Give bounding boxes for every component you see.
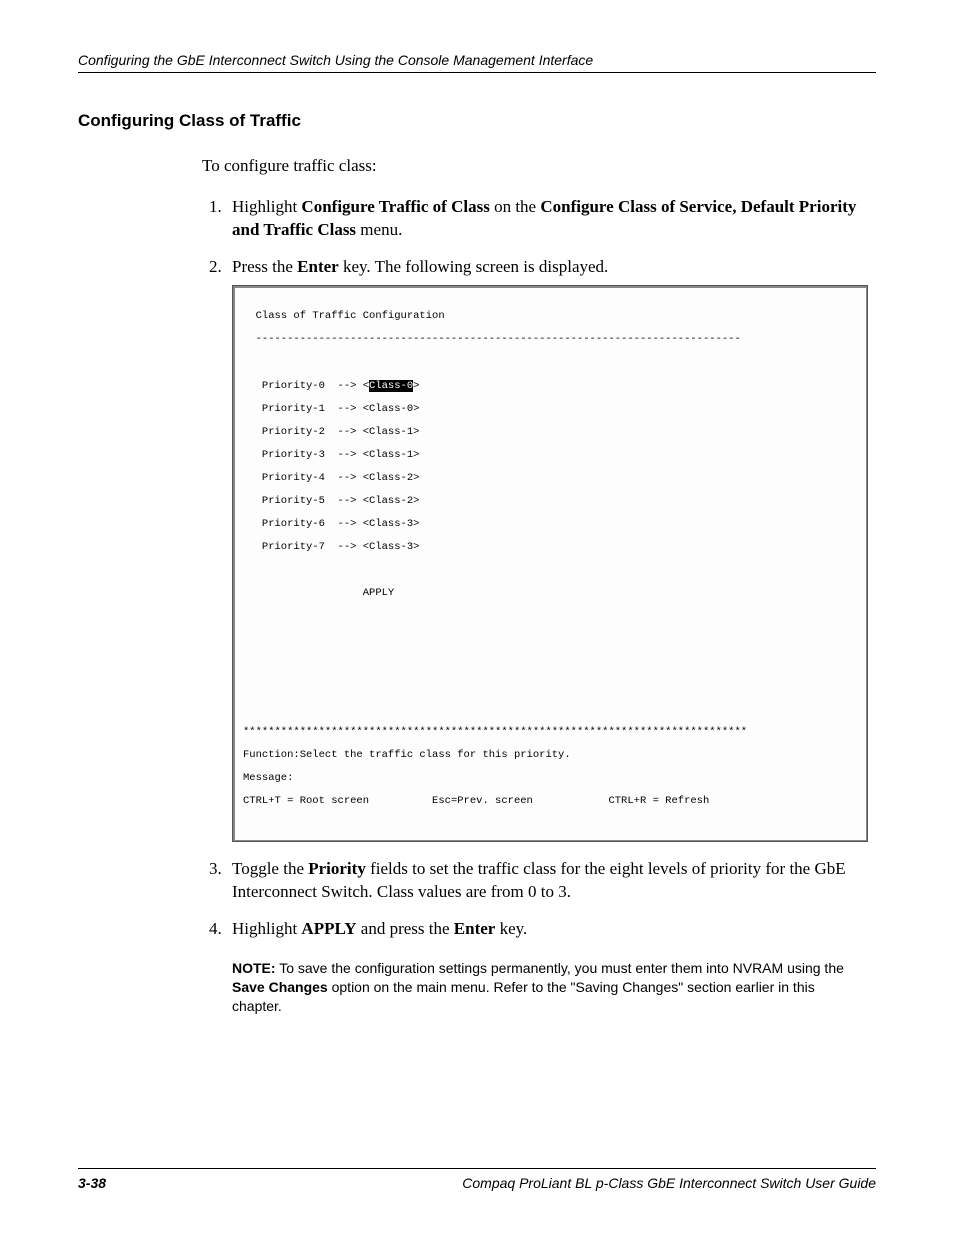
priority-0-row: Priority-0 --> <Class-0> xyxy=(237,381,863,393)
priority-5-row[interactable]: Priority-5 --> <Class-2> xyxy=(237,496,863,508)
console-blank7 xyxy=(237,704,863,716)
note-body-a: To save the configuration settings perma… xyxy=(276,960,844,976)
step-4-b2: Enter xyxy=(454,919,496,938)
step-3-pre: Toggle the xyxy=(232,859,308,878)
console-blank6 xyxy=(237,681,863,693)
section-title: Configuring Class of Traffic xyxy=(78,111,876,131)
step-2: Press the Enter key. The following scree… xyxy=(226,256,868,842)
step-1-mid: on the xyxy=(490,197,541,216)
priority-0-selected[interactable]: Class-0 xyxy=(369,380,413,392)
console-blank4 xyxy=(237,635,863,647)
console-message: Message: xyxy=(237,773,863,785)
priority-4-row[interactable]: Priority-4 --> <Class-2> xyxy=(237,473,863,485)
console-screenshot: Class of Traffic Configuration ---------… xyxy=(232,285,868,842)
step-2-post: key. The following screen is displayed. xyxy=(339,257,609,276)
body-block: To configure traffic class: Highlight Co… xyxy=(202,155,868,1015)
step-4-mid: and press the xyxy=(357,919,454,938)
step-1-b1: Configure Traffic of Class xyxy=(301,197,489,216)
note-block: NOTE: To save the configuration settings… xyxy=(232,959,868,1016)
console-blank2 xyxy=(237,565,863,577)
priority-0-post: > xyxy=(413,380,419,392)
step-4: Highlight APPLY and press the Enter key.… xyxy=(226,918,868,1016)
note-bold: Save Changes xyxy=(232,979,328,995)
console-function: Function:Select the traffic class for th… xyxy=(237,750,863,762)
apply-row[interactable]: APPLY xyxy=(237,588,863,600)
priority-2-row[interactable]: Priority-2 --> <Class-1> xyxy=(237,427,863,439)
priority-1-row[interactable]: Priority-1 --> <Class-0> xyxy=(237,404,863,416)
page: Configuring the GbE Interconnect Switch … xyxy=(0,0,954,1235)
step-4-post: key. xyxy=(495,919,527,938)
console-blank3 xyxy=(237,612,863,624)
console-stars: ****************************************… xyxy=(237,727,863,739)
step-4-b1: APPLY xyxy=(301,919,356,938)
step-1: Highlight Configure Traffic of Class on … xyxy=(226,196,868,242)
priority-6-row[interactable]: Priority-6 --> <Class-3> xyxy=(237,519,863,531)
console-footer: CTRL+T = Root screen Esc=Prev. screen CT… xyxy=(237,796,863,808)
step-2-b1: Enter xyxy=(297,257,339,276)
console-blank xyxy=(237,357,863,369)
running-header: Configuring the GbE Interconnect Switch … xyxy=(78,52,876,73)
console-title: Class of Traffic Configuration xyxy=(237,311,863,323)
note-lead: NOTE: xyxy=(232,960,276,976)
console-rule: ----------------------------------------… xyxy=(237,334,863,346)
priority-7-row[interactable]: Priority-7 --> <Class-3> xyxy=(237,542,863,554)
step-2-pre: Press the xyxy=(232,257,297,276)
steps-list: Highlight Configure Traffic of Class on … xyxy=(202,196,868,1015)
footer-title: Compaq ProLiant BL p-Class GbE Interconn… xyxy=(462,1175,876,1191)
intro-text: To configure traffic class: xyxy=(202,155,868,178)
page-footer: 3-38 Compaq ProLiant BL p-Class GbE Inte… xyxy=(78,1168,876,1191)
step-4-pre: Highlight xyxy=(232,919,301,938)
step-3-b1: Priority xyxy=(308,859,366,878)
step-1-post: menu. xyxy=(356,220,402,239)
page-number: 3-38 xyxy=(78,1175,106,1191)
step-3: Toggle the Priority fields to set the tr… xyxy=(226,858,868,904)
console-blank5 xyxy=(237,658,863,670)
priority-0-pre: Priority-0 --> < xyxy=(243,380,369,392)
step-1-pre: Highlight xyxy=(232,197,301,216)
priority-3-row[interactable]: Priority-3 --> <Class-1> xyxy=(237,450,863,462)
